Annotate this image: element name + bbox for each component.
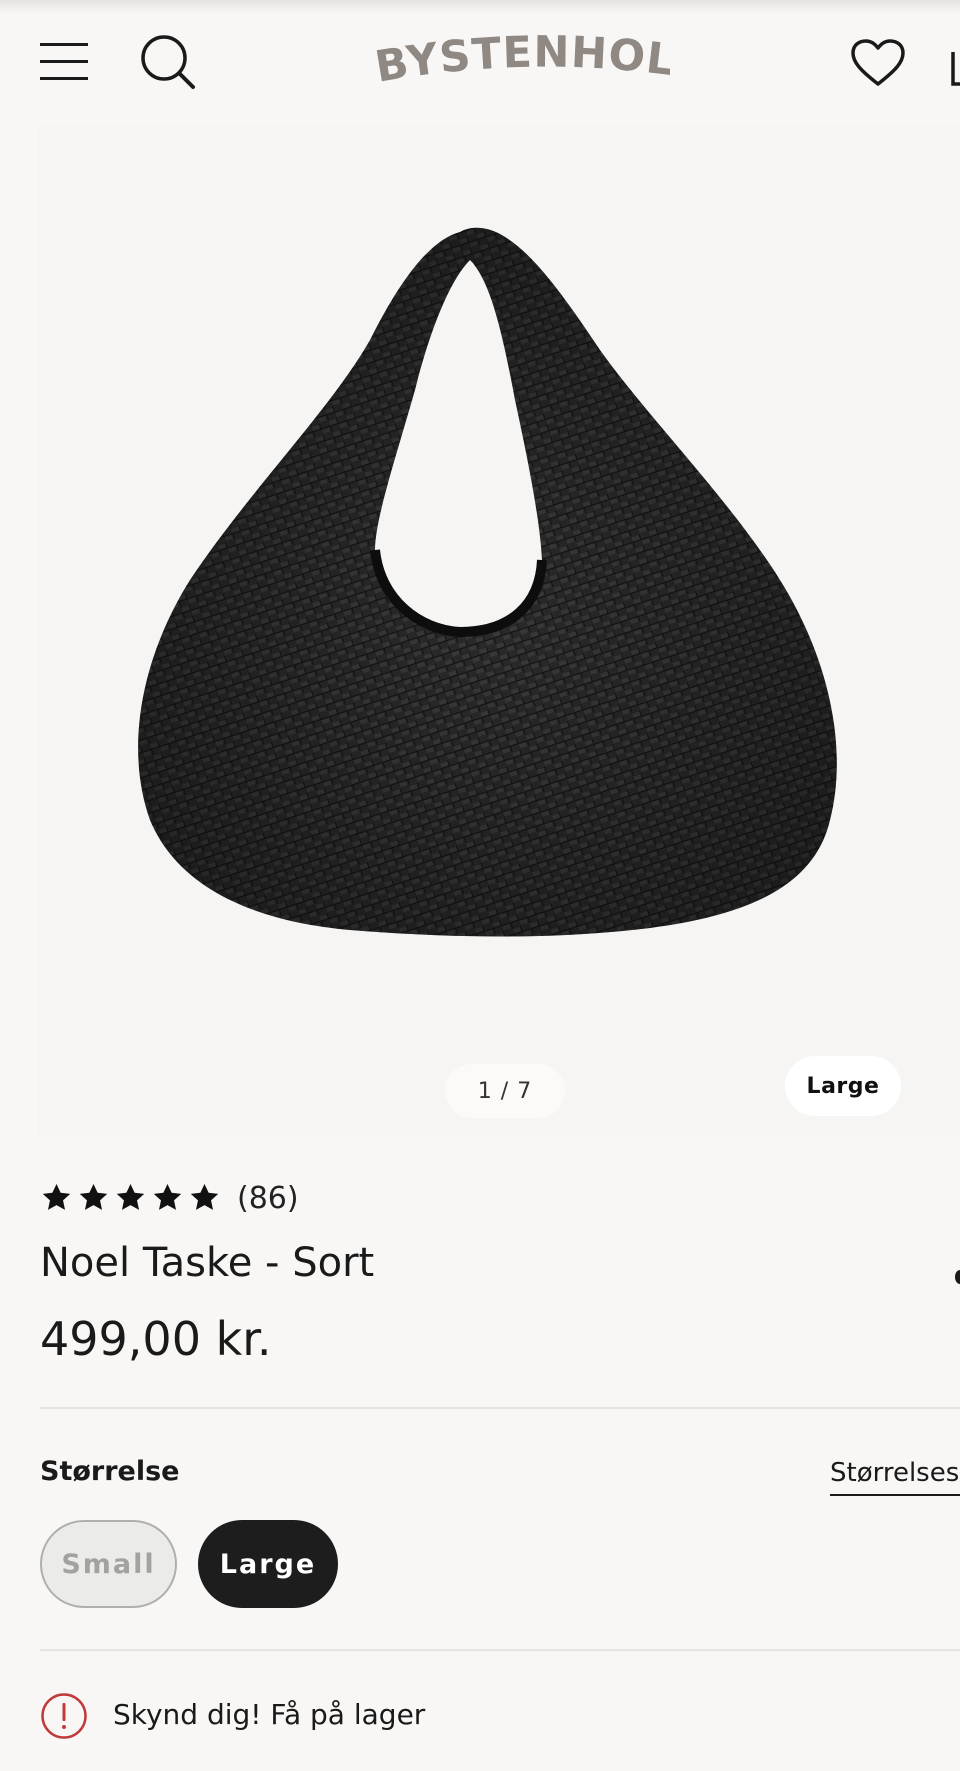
- size-guide-link[interactable]: Størrelsesguide: [830, 1458, 960, 1496]
- divider: [40, 1649, 960, 1651]
- logo-text: BYSTENHOLT: [355, 0, 675, 93]
- heart-icon[interactable]: [850, 38, 906, 88]
- product-gallery[interactable]: 1 / 7 Large: [38, 125, 960, 1135]
- svg-text:BYSTENHOLT: BYSTENHOLT: [370, 30, 670, 90]
- size-option-large[interactable]: Large: [198, 1520, 338, 1608]
- product-price: 499,00 kr.: [40, 1312, 272, 1366]
- product-rating[interactable]: (86): [40, 1178, 299, 1218]
- brand-logo[interactable]: BYSTENHOLT: [355, 0, 675, 93]
- product-image: [138, 227, 837, 937]
- divider: [40, 1407, 960, 1409]
- product-title: Noel Taske - Sort: [40, 1240, 375, 1286]
- cart-icon[interactable]: [950, 44, 960, 88]
- size-option-small[interactable]: Small: [40, 1520, 177, 1608]
- star-icon: [79, 1184, 108, 1210]
- star-icon: [116, 1184, 145, 1210]
- size-label: Størrelse: [40, 1456, 180, 1487]
- star-icon: [42, 1184, 71, 1210]
- alert-icon: [41, 1693, 87, 1739]
- search-icon[interactable]: [140, 34, 196, 90]
- stock-message: Skynd dig! Få på lager: [113, 1698, 426, 1731]
- star-icon: [190, 1184, 219, 1210]
- menu-icon[interactable]: [40, 40, 88, 82]
- size-badge: Large: [785, 1056, 901, 1116]
- rating-count: (86): [237, 1180, 299, 1216]
- share-icon[interactable]: [955, 1270, 960, 1284]
- top-header: BYSTENHOLT: [0, 0, 960, 125]
- image-counter: 1 / 7: [445, 1064, 565, 1118]
- star-icon: [153, 1184, 182, 1210]
